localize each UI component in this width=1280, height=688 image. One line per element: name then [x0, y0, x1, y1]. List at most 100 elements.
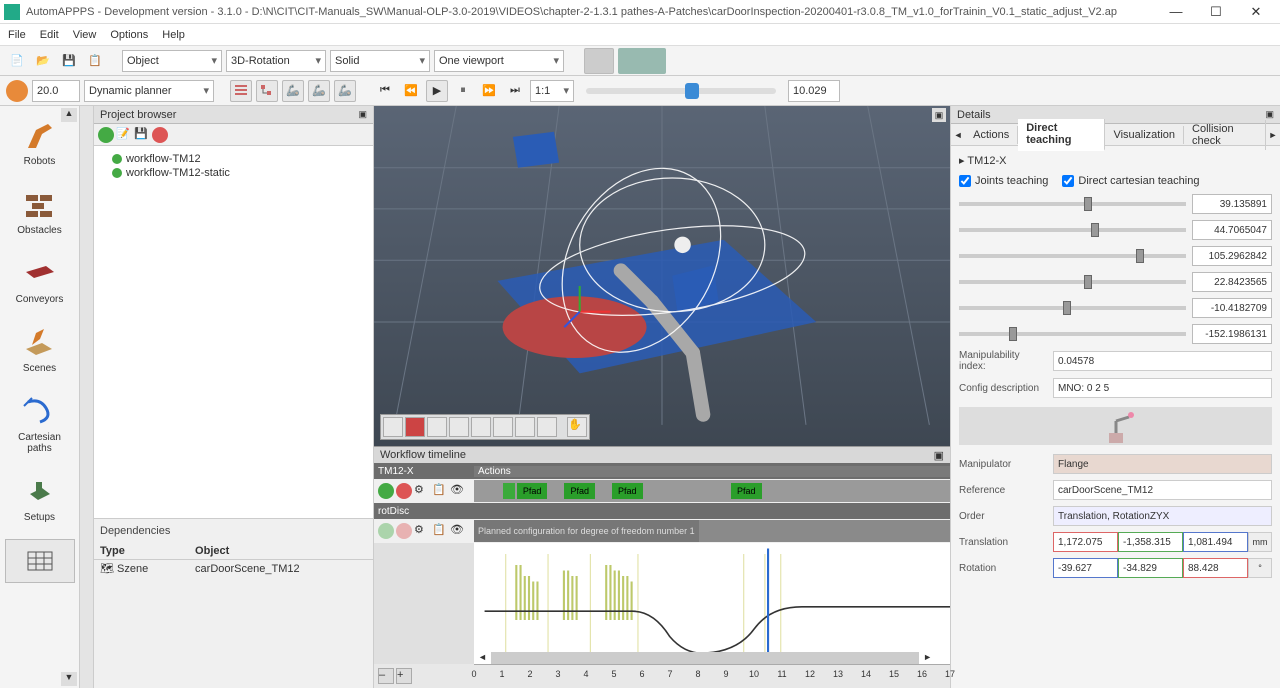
track-play-icon[interactable]: [378, 483, 394, 499]
action-block[interactable]: [503, 483, 515, 499]
track-eye-icon[interactable]: 👁: [450, 483, 466, 499]
vp-tool-icon[interactable]: [493, 417, 513, 437]
vp-tool-icon[interactable]: [405, 417, 425, 437]
tabs-right-icon[interactable]: ►: [1266, 130, 1280, 140]
sidebar-item-robots[interactable]: Robots: [5, 114, 75, 171]
tree-item[interactable]: workflow-TM12-static: [100, 166, 367, 180]
zoom-icon[interactable]: [383, 417, 403, 437]
track-opt-icon[interactable]: 📋: [432, 483, 448, 499]
manipulator-select[interactable]: Flange: [1053, 454, 1272, 474]
time-slider[interactable]: [586, 88, 776, 94]
panel-menu-icon[interactable]: ▣: [934, 449, 944, 462]
rotation-z[interactable]: 88.428: [1183, 558, 1248, 578]
delete-icon[interactable]: [152, 127, 168, 143]
3d-viewport[interactable]: ▣: [374, 106, 950, 446]
track-opt-icon[interactable]: ⚙: [414, 483, 430, 499]
track-stop-icon[interactable]: [396, 483, 412, 499]
menu-view[interactable]: View: [73, 29, 97, 41]
ratio-select[interactable]: 1:1: [530, 80, 574, 102]
vp-tool-icon[interactable]: [449, 417, 469, 437]
sidebar-scrollbar[interactable]: [80, 106, 94, 688]
project-tree[interactable]: workflow-TM12 workflow-TM12-static: [94, 146, 373, 518]
run-icon[interactable]: [98, 127, 114, 143]
layout-button-2[interactable]: [618, 48, 666, 74]
skip-end-icon[interactable]: ⏭: [504, 80, 526, 102]
actions-track[interactable]: Pfad Pfad Pfad Pfad: [474, 480, 950, 502]
cartesian-teaching-checkbox[interactable]: Direct cartesian teaching: [1062, 175, 1199, 187]
vp-tool-icon[interactable]: [515, 417, 535, 437]
joint-slider-5[interactable]: -10.4182709: [959, 298, 1272, 318]
scroll-left-icon[interactable]: ◄: [474, 652, 491, 664]
tool-icon-2[interactable]: 💾: [134, 127, 150, 143]
graph-tool-icon[interactable]: [378, 547, 394, 563]
action-block[interactable]: Pfad: [517, 483, 548, 499]
robot-icon-3[interactable]: 🦾: [334, 80, 356, 102]
tree-icon[interactable]: [256, 80, 278, 102]
tab-actions[interactable]: Actions: [965, 126, 1018, 144]
reference-select[interactable]: carDoorScene_TM12: [1053, 480, 1272, 500]
rotation-x[interactable]: -39.627: [1053, 558, 1118, 578]
joint-slider-4[interactable]: 22.8423565: [959, 272, 1272, 292]
vp-tool-icon[interactable]: [537, 417, 557, 437]
joint-slider-2[interactable]: 44.7065047: [959, 220, 1272, 240]
maximize-button[interactable]: ☐: [1196, 0, 1236, 24]
mode-select[interactable]: Object: [122, 50, 222, 72]
sidebar-item-setups[interactable]: Setups: [5, 470, 75, 527]
new-icon[interactable]: 📄: [6, 50, 28, 72]
table-row[interactable]: 🗺 SzenecarDoorScene_TM12: [94, 560, 373, 578]
time-display[interactable]: 10.029: [788, 80, 840, 102]
menu-file[interactable]: File: [8, 29, 26, 41]
track-stop-icon[interactable]: [396, 523, 412, 539]
sidebar-item-extra[interactable]: [5, 539, 75, 583]
open-icon[interactable]: 📂: [32, 50, 54, 72]
hand-icon[interactable]: ✋: [567, 417, 587, 437]
speed-input[interactable]: 20.0: [32, 80, 80, 102]
robot-icon-2[interactable]: 🦾: [308, 80, 330, 102]
graph-canvas[interactable]: ◄ ►: [474, 543, 950, 664]
tab-visualization[interactable]: Visualization: [1105, 126, 1184, 144]
tree-item[interactable]: workflow-TM12: [100, 152, 367, 166]
scroll-right-icon[interactable]: ►: [919, 652, 936, 664]
panel-menu-icon[interactable]: ▣: [1265, 109, 1274, 120]
tool-icon-1[interactable]: 📝: [116, 127, 132, 143]
shading-select[interactable]: Solid: [330, 50, 430, 72]
sidebar-item-conveyors[interactable]: Conveyors: [5, 252, 75, 309]
joint-slider-1[interactable]: 39.135891: [959, 194, 1272, 214]
action-block[interactable]: Pfad: [731, 483, 762, 499]
menu-help[interactable]: Help: [162, 29, 185, 41]
sidebar-item-obstacles[interactable]: Obstacles: [5, 183, 75, 240]
track-play-icon[interactable]: [378, 523, 394, 539]
step-back-icon[interactable]: ⏪: [400, 80, 422, 102]
translation-x[interactable]: 1,172.075: [1053, 532, 1118, 552]
list-icon[interactable]: [230, 80, 252, 102]
record-icon[interactable]: [6, 80, 28, 102]
action-block[interactable]: Pfad: [612, 483, 643, 499]
action-block[interactable]: Pfad: [564, 483, 595, 499]
ruler-scale[interactable]: 01234567891011121314151617: [474, 664, 950, 688]
rotation-select[interactable]: 3D-Rotation: [226, 50, 326, 72]
step-fwd-icon[interactable]: ⏩: [478, 80, 500, 102]
zoom-in-icon[interactable]: +: [396, 668, 412, 684]
planner-select[interactable]: Dynamic planner: [84, 80, 214, 102]
play-icon[interactable]: ▶: [426, 80, 448, 102]
sidebar-up-icon[interactable]: ▲: [61, 108, 77, 122]
robot-icon-1[interactable]: 🦾: [282, 80, 304, 102]
sidebar-item-cartesian[interactable]: Cartesian paths: [5, 390, 75, 458]
rot-track[interactable]: Planned configuration for degree of free…: [474, 520, 950, 542]
menu-edit[interactable]: Edit: [40, 29, 59, 41]
viewport-select[interactable]: One viewport: [434, 50, 564, 72]
sidebar-item-scenes[interactable]: Scenes: [5, 321, 75, 378]
joints-teaching-checkbox[interactable]: Joints teaching: [959, 175, 1048, 187]
skip-start-icon[interactable]: ⏮: [374, 80, 396, 102]
save-icon[interactable]: 💾: [58, 50, 80, 72]
sidebar-down-icon[interactable]: ▼: [61, 672, 77, 686]
track-opt-icon[interactable]: ⚙: [414, 523, 430, 539]
joint-slider-3[interactable]: 105.2962842: [959, 246, 1272, 266]
close-button[interactable]: ✕: [1236, 0, 1276, 24]
h-scrollbar[interactable]: [491, 652, 919, 664]
zoom-out-icon[interactable]: –: [378, 668, 394, 684]
order-select[interactable]: Translation, RotationZYX: [1053, 506, 1272, 526]
minimize-button[interactable]: —: [1156, 0, 1196, 24]
translation-z[interactable]: 1,081.494: [1183, 532, 1248, 552]
vp-tool-icon[interactable]: [471, 417, 491, 437]
